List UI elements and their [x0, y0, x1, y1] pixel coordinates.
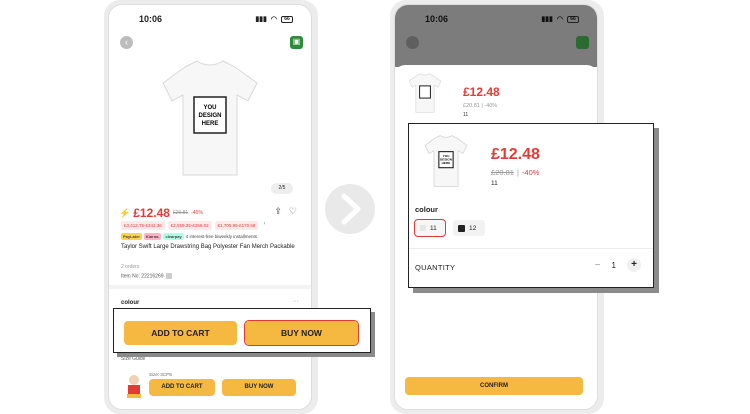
clearpay-badge: clearpay — [163, 233, 184, 240]
plus-icon[interactable]: + — [627, 258, 641, 272]
status-icons: ▮▮▮ ◠ 66 — [255, 15, 293, 23]
quantity-value: 1 — [611, 260, 616, 270]
price: £12.48 — [133, 206, 170, 220]
size-thumbnail — [123, 373, 145, 399]
bnpl-text: 4 interest-free biweekly installments — [185, 234, 257, 239]
share-icon[interactable]: ⇪ — [274, 206, 282, 217]
zoom-callout-options: YOU DESIGN HERE £12.48 £20.81 | -40% 11 … — [408, 123, 654, 288]
add-to-cart-button[interactable]: ADD TO CART — [124, 321, 237, 345]
swatch-label: 11 — [430, 224, 437, 232]
status-bar: 10:06 ▮▮▮ ◠ 66 — [109, 5, 311, 33]
more-icon[interactable]: ··· — [292, 298, 299, 305]
copy-icon[interactable] — [165, 273, 172, 279]
design-line-1: YOU — [203, 105, 216, 111]
back-button[interactable]: ‹ — [120, 36, 133, 49]
battery-icon: 66 — [281, 15, 293, 23]
product-image[interactable]: YOU DESIGN HERE — [145, 53, 275, 183]
status-time: 10:06 — [425, 14, 449, 24]
swatch-label: 12 — [469, 224, 477, 232]
sheet-stock: 11 — [463, 112, 469, 118]
sheet-old-price: £20.81 | -40% — [463, 103, 498, 109]
price-tier[interactable]: £3,412.75-£341.36 — [121, 221, 165, 230]
price-row: ⚡ £12.48 £20.81 -40% — [119, 206, 203, 220]
callout-price: £12.48 — [491, 146, 540, 163]
colour-label: colour — [415, 205, 438, 214]
next-step-arrow — [325, 184, 375, 234]
swatch-black-shirt-icon — [458, 224, 465, 232]
chevron-right-icon[interactable]: › — [263, 221, 265, 230]
callout-old-price-row: £20.81 | -40% — [491, 168, 539, 177]
price-tier[interactable]: £1,705.95-£170.68 — [214, 221, 259, 230]
status-bar: 10:06 ▮▮▮ ◠ 66 — [395, 5, 597, 33]
image-page-indicator: 2/5 — [271, 183, 293, 194]
buy-now-button[interactable]: BUY NOW — [244, 320, 359, 346]
size-text: Size: 3CPS — [149, 372, 173, 377]
price-tier[interactable]: £2,559.35-£256.02 — [167, 221, 212, 230]
price-separator: | — [516, 168, 519, 177]
buy-now-button-small[interactable]: BUY NOW — [222, 379, 296, 396]
minus-icon[interactable]: − — [595, 260, 601, 271]
add-to-cart-button-small[interactable]: ADD TO CART — [149, 379, 215, 396]
callout-old-price: £20.81 — [491, 168, 514, 177]
status-icons: ▮▮▮ ◠ 66 — [541, 15, 579, 23]
figure-thumbnail-icon — [127, 375, 141, 398]
status-time: 10:06 — [139, 14, 163, 24]
design-line-3: HERE — [202, 121, 219, 127]
battery-icon: 66 — [567, 15, 579, 23]
cart-button[interactable]: ▣ — [290, 36, 303, 49]
callout-discount: -40% — [521, 168, 540, 177]
tutorial-canvas: 10:06 ▮▮▮ ◠ 66 ‹ ▣ YOU DESIGN HERE 2/5 ⚡… — [0, 0, 750, 414]
tshirt-image: YOU DESIGN HERE — [424, 135, 468, 187]
colour-swatch-11[interactable]: 11 — [414, 219, 446, 237]
quantity-stepper[interactable]: − 1 + — [595, 258, 641, 272]
discount: -40% — [191, 210, 203, 216]
callout-product-thumbnail: YOU DESIGN HERE — [417, 132, 475, 190]
design-line-2: DESIGN — [198, 113, 221, 119]
old-price: £20.81 — [172, 210, 189, 216]
sheet-product-thumbnail — [403, 71, 447, 115]
divider — [409, 248, 653, 249]
sheet-price: £12.48 — [463, 85, 500, 99]
wifi-icon: ◠ — [556, 16, 563, 23]
orders-count: 2 orders — [121, 264, 140, 270]
tshirt-image — [408, 73, 442, 113]
signal-icon: ▮▮▮ — [541, 16, 553, 23]
colour-label: colour — [121, 300, 140, 306]
item-number-text: Item No: 22216269 — [121, 273, 164, 280]
flash-sale-icon: ⚡ — [119, 207, 131, 218]
price-tiers: £3,412.75-£341.36 £2,559.35-£256.02 £1,7… — [121, 221, 265, 230]
tshirt-image: YOU DESIGN HERE — [162, 60, 258, 176]
section-divider — [109, 285, 311, 289]
product-title: Taylor Swift Large Drawstring Bag Polyes… — [121, 244, 295, 250]
paylater-badge: PayLater — [121, 233, 142, 240]
confirm-button[interactable]: CONFIRM — [405, 377, 583, 395]
heart-icon[interactable]: ♡ — [289, 206, 297, 217]
klarna-badge: Klarna. — [143, 233, 162, 240]
chevron-right-icon — [341, 193, 361, 225]
bnpl-row[interactable]: PayLater Klarna. clearpay 4 interest-fre… — [121, 233, 257, 240]
design-line-3: HERE — [442, 161, 451, 165]
colour-swatch-12[interactable]: 12 — [453, 220, 485, 236]
callout-stock: 11 — [491, 180, 498, 187]
item-number: Item No: 22216269 — [121, 273, 172, 279]
signal-icon: ▮▮▮ — [255, 16, 267, 23]
action-icons: ⇪ ♡ — [274, 206, 297, 217]
cart-button[interactable] — [576, 36, 589, 49]
quantity-label: QUANTITY — [415, 263, 456, 272]
wifi-icon: ◠ — [270, 16, 277, 23]
zoom-callout-buttons: ADD TO CART BUY NOW — [113, 308, 371, 353]
size-guide-label[interactable]: Size Guide — [121, 356, 145, 362]
swatch-white-icon — [420, 225, 426, 231]
back-button[interactable] — [406, 36, 419, 49]
